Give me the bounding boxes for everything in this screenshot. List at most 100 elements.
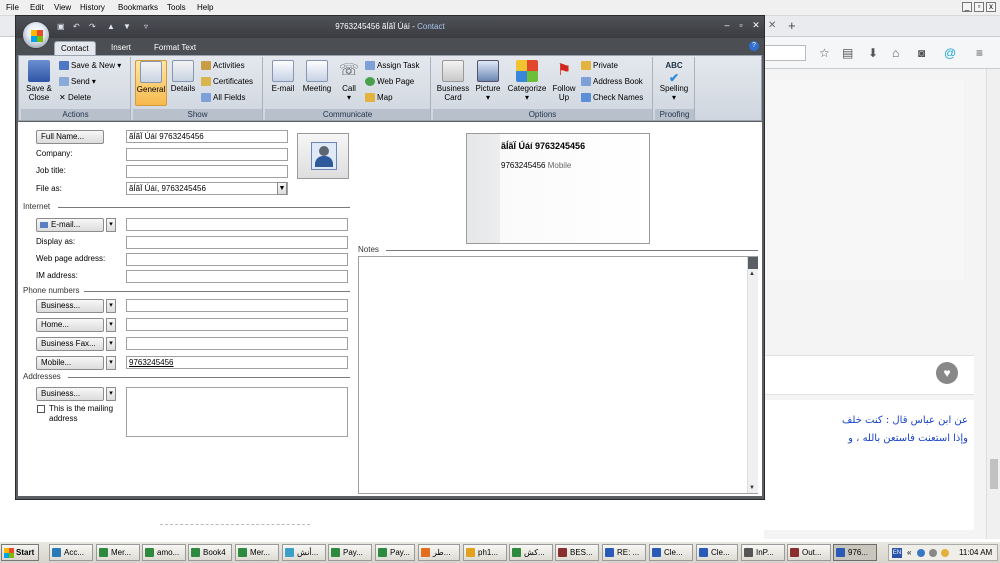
- taskbar-item[interactable]: Out...: [787, 544, 831, 561]
- notes-scrollbar[interactable]: ▲ ▼: [747, 257, 758, 493]
- menu-edit[interactable]: Edit: [30, 3, 44, 12]
- address-field[interactable]: [126, 387, 348, 437]
- assign-task-button[interactable]: Assign Task: [365, 61, 420, 71]
- save-close-button[interactable]: Save & Close: [23, 60, 55, 102]
- office-button[interactable]: [22, 21, 50, 49]
- full-name-button[interactable]: Full Name...: [36, 130, 104, 144]
- menu-history[interactable]: History: [80, 3, 105, 12]
- mobile-phone-field[interactable]: 9763245456: [126, 356, 348, 369]
- scroll-down-icon[interactable]: ▼: [749, 485, 755, 491]
- home-icon[interactable]: ⌂: [892, 47, 899, 59]
- close-button[interactable]: ✕: [750, 20, 762, 31]
- tab-insert[interactable]: Insert: [105, 41, 137, 55]
- reader-icon[interactable]: ▤: [842, 47, 853, 59]
- menu-file[interactable]: File: [6, 3, 19, 12]
- notes-toolbar-icon[interactable]: [748, 257, 758, 269]
- company-field[interactable]: [126, 148, 288, 161]
- taskbar-item[interactable]: طر...: [418, 544, 460, 561]
- save-new-button[interactable]: Save & New ▾: [59, 61, 121, 71]
- start-button[interactable]: Start: [1, 544, 39, 561]
- tab-format-text[interactable]: Format Text: [148, 41, 202, 55]
- categorize-button[interactable]: Categorize ▾: [505, 60, 549, 102]
- file-as-dropdown-icon[interactable]: ▼: [277, 182, 287, 195]
- job-title-field[interactable]: [126, 165, 288, 178]
- email-button[interactable]: E-mail: [269, 60, 297, 93]
- web-page-field[interactable]: [126, 253, 348, 266]
- ff-minimize-button[interactable]: _: [962, 2, 972, 12]
- help-icon[interactable]: ?: [749, 41, 759, 51]
- menu-bookmarks[interactable]: Bookmarks: [118, 3, 158, 12]
- home-phone-button[interactable]: Home...: [36, 318, 104, 332]
- general-button[interactable]: General: [135, 60, 167, 106]
- email-field[interactable]: [126, 218, 348, 231]
- business-phone-dropdown-icon[interactable]: ▾: [106, 299, 116, 313]
- taskbar-item[interactable]: Mer...: [96, 544, 140, 561]
- menu-help[interactable]: Help: [197, 3, 213, 12]
- display-as-field[interactable]: [126, 236, 348, 249]
- download-icon[interactable]: ⬇: [868, 47, 878, 59]
- home-phone-dropdown-icon[interactable]: ▾: [106, 318, 116, 332]
- file-as-select[interactable]: ãÍãÏ Úáí, 9763245456: [126, 182, 288, 195]
- activities-button[interactable]: Activities: [201, 61, 245, 71]
- menu-view[interactable]: View: [54, 3, 71, 12]
- address-book-button[interactable]: Address Book: [581, 77, 643, 87]
- business-phone-field[interactable]: [126, 299, 348, 312]
- arabic-line-2[interactable]: وإذا استعنت فاستعن بالله ، و: [798, 430, 968, 448]
- follow-up-button[interactable]: ⚑ Follow Up: [549, 60, 579, 102]
- sync-icon[interactable]: @: [944, 47, 956, 59]
- mobile-phone-dropdown-icon[interactable]: ▾: [106, 356, 116, 370]
- business-card-preview[interactable]: ãÍãÏ Úáí 9763245456 9763245456 Mobile: [466, 133, 650, 244]
- taskbar-item[interactable]: RE: ...: [602, 544, 646, 561]
- taskbar-item[interactable]: InP...: [741, 544, 785, 561]
- new-tab-button[interactable]: +: [788, 18, 796, 33]
- taskbar-item[interactable]: Acc...: [49, 544, 93, 561]
- taskbar-item[interactable]: BES...: [555, 544, 599, 561]
- business-address-button[interactable]: Business...: [36, 387, 104, 401]
- hamburger-menu-icon[interactable]: ≡: [976, 47, 983, 59]
- network-icon[interactable]: [917, 549, 925, 557]
- heart-icon[interactable]: ♥: [936, 362, 958, 384]
- volume-icon[interactable]: [941, 549, 949, 557]
- arabic-line-1[interactable]: عن ابن عباس قال : كنت خلف: [798, 412, 968, 430]
- email-field-button[interactable]: E-mail...: [36, 218, 104, 232]
- clock[interactable]: 11:04 AM: [959, 548, 992, 557]
- language-indicator[interactable]: EN: [892, 548, 902, 558]
- mobile-phone-button[interactable]: Mobile...: [36, 356, 104, 370]
- business-phone-button[interactable]: Business...: [36, 299, 104, 313]
- star-icon[interactable]: ☆: [819, 47, 830, 59]
- taskbar-item[interactable]: Cle...: [696, 544, 738, 561]
- full-name-field[interactable]: ãÍãÏ Úáí 9763245456: [126, 130, 288, 143]
- business-card-button[interactable]: Business Card: [435, 60, 471, 102]
- url-bar[interactable]: [764, 45, 806, 61]
- taskbar-item[interactable]: Mer...: [235, 544, 279, 561]
- scrollbar-thumb[interactable]: [990, 459, 998, 489]
- maximize-button[interactable]: ▫: [735, 20, 747, 30]
- home-phone-field[interactable]: [126, 318, 348, 331]
- window-titlebar[interactable]: ▣ ↶ ↷ ▲ ▼ ▿ 9763245456 ãÍãÏ Úáí - Contac…: [16, 16, 764, 38]
- im-address-field[interactable]: [126, 270, 348, 283]
- meeting-button[interactable]: Meeting: [301, 60, 333, 93]
- scroll-up-icon[interactable]: ▲: [749, 271, 755, 277]
- ff-close-button[interactable]: x: [986, 2, 996, 12]
- taskbar-item[interactable]: 976...: [833, 544, 877, 561]
- taskbar-item[interactable]: Book4: [188, 544, 232, 561]
- taskbar-item[interactable]: Pay...: [375, 544, 415, 561]
- certificates-button[interactable]: Certificates: [201, 77, 253, 87]
- mailing-address-checkbox[interactable]: [37, 405, 45, 413]
- check-names-button[interactable]: Check Names: [581, 93, 643, 103]
- business-fax-field[interactable]: [126, 337, 348, 350]
- pocket-icon[interactable]: ◙: [918, 47, 925, 59]
- map-button[interactable]: Map: [365, 93, 393, 103]
- send-button[interactable]: Send ▾: [59, 77, 96, 87]
- taskbar-item[interactable]: Cle...: [649, 544, 693, 561]
- taskbar-item[interactable]: كش...: [509, 544, 553, 561]
- all-fields-button[interactable]: All Fields: [201, 93, 245, 103]
- taskbar-item[interactable]: ph1...: [463, 544, 507, 561]
- tray-expand-icon[interactable]: «: [907, 548, 911, 557]
- taskbar-item[interactable]: Pay...: [328, 544, 372, 561]
- security-icon[interactable]: [929, 549, 937, 557]
- contact-picture-button[interactable]: [297, 133, 349, 179]
- delete-button[interactable]: ✕ Delete: [59, 93, 91, 103]
- tab-close-icon[interactable]: ✕: [768, 20, 776, 31]
- taskbar-item[interactable]: amo...: [142, 544, 186, 561]
